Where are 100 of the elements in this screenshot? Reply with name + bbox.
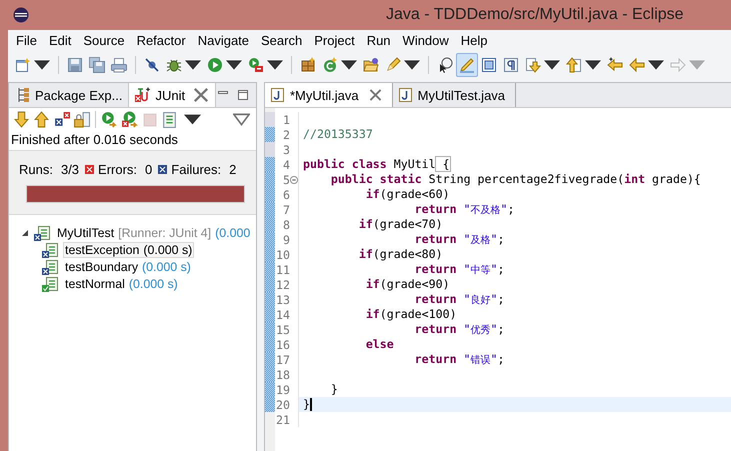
counter-value: 0 [145, 162, 152, 177]
save-all-icon[interactable] [89, 57, 105, 73]
code-line: return "优秀"; [414, 322, 504, 337]
save-icon[interactable] [67, 57, 83, 73]
counter-label: Errors: [98, 162, 138, 177]
line-number: 1 [283, 112, 290, 126]
line-number: 15 [276, 322, 290, 336]
pilcrow-icon[interactable] [503, 57, 519, 73]
test-item[interactable]: testException (0.000 s) [63, 242, 194, 258]
counter-value: 2 [229, 162, 236, 177]
line-number: 7 [283, 202, 290, 216]
line-number: 18 [276, 368, 290, 382]
breakpoint-slash-icon[interactable] [144, 57, 160, 73]
rerun-icon[interactable] [101, 110, 118, 128]
code-line: public class MyUtil { [303, 157, 450, 172]
menu-item[interactable]: Window [396, 33, 455, 48]
view-menu-icon[interactable] [233, 110, 250, 128]
code-line: return "及格"; [414, 232, 504, 247]
class-icon[interactable] [322, 57, 338, 73]
scroll-lock-icon[interactable] [73, 110, 90, 128]
line-number: 5 [283, 172, 290, 186]
menu-item[interactable]: Edit [42, 33, 78, 48]
run-toolbox-icon[interactable] [248, 57, 264, 73]
up-arrow-list-icon[interactable] [566, 57, 582, 73]
code-line: public static String percentage2fivegrade(int grade){ [330, 172, 701, 187]
code-line: } [303, 397, 310, 412]
status-text: Finished after 0.016 seconds [10, 131, 179, 149]
counter-label: Failures: [171, 162, 222, 177]
line-number: 2 [283, 128, 290, 142]
close-icon[interactable] [368, 88, 382, 102]
line-number: 10 [276, 248, 290, 262]
java-file-icon [398, 88, 412, 102]
code-line: return "中等"; [414, 262, 504, 277]
window-title: Java - TDDDemo/src/MyUtil.java - Eclipse [386, 6, 684, 24]
line-number: 17 [276, 352, 290, 366]
bug-icon[interactable] [166, 57, 182, 73]
menu-item[interactable]: Help [454, 33, 494, 48]
line-number: 8 [283, 218, 290, 232]
new-file-icon[interactable] [15, 57, 31, 73]
history-list-icon[interactable] [161, 110, 178, 128]
code-line: else [364, 337, 394, 352]
menu-item[interactable]: Source [77, 33, 131, 48]
code-line: return "不及格"; [414, 202, 514, 217]
junit-icon [135, 87, 152, 103]
test-item[interactable]: testBoundary (0.000 s) [63, 258, 193, 274]
line-number: 14 [276, 308, 290, 322]
code-line: if(grade<70) [358, 217, 443, 232]
eclipse-logo [13, 7, 29, 23]
highlighter-icon[interactable] [459, 57, 475, 73]
line-number: 20 [276, 398, 290, 412]
task-cursor-icon[interactable] [437, 57, 453, 73]
line-number: 16 [276, 338, 290, 352]
failure-filter-icon[interactable] [53, 110, 70, 128]
editor-tab[interactable]: MyUtilTest.java [392, 83, 516, 107]
error-icon [85, 165, 94, 174]
counter-label: Runs: [19, 162, 53, 177]
pencil-icon[interactable] [385, 57, 401, 73]
rerun-failed-icon[interactable] [121, 110, 138, 128]
code-line: if(grade<90) [364, 277, 450, 292]
view-tab[interactable]: JUnit [129, 83, 216, 107]
expand-arrow-icon[interactable] [21, 228, 29, 236]
left-arrow-icon[interactable] [629, 57, 645, 73]
editor-tab[interactable]: *MyUtil.java [265, 83, 393, 107]
test-item[interactable]: MyUtilTest [Runner: JUnit 4] (0.000 [55, 224, 252, 240]
line-number: 12 [276, 278, 290, 292]
up-arrow-icon[interactable] [33, 110, 50, 128]
down-arrow-list-icon[interactable] [525, 57, 541, 73]
package-icon[interactable] [300, 57, 316, 73]
line-number: 21 [276, 412, 290, 426]
close-icon[interactable] [193, 87, 210, 103]
line-number: 11 [276, 262, 290, 276]
code-line: if(grade<100) [364, 307, 457, 322]
menu-item[interactable]: Refactor [130, 33, 192, 48]
collapse-icon[interactable] [290, 176, 298, 184]
code-line: //20135337 [303, 127, 373, 142]
line-number: 9 [283, 232, 290, 246]
line-number: 3 [283, 142, 290, 156]
down-arrow-icon[interactable] [13, 110, 30, 128]
menu-item[interactable]: Navigate [192, 33, 256, 48]
menu-item[interactable]: Project [308, 33, 361, 48]
left-arrow-star-icon[interactable] [607, 57, 623, 73]
maximize-icon[interactable] [236, 88, 250, 102]
line-number: 19 [276, 382, 290, 396]
code-line: if(grade<80) [358, 247, 443, 262]
menu-item[interactable]: Search [255, 33, 308, 48]
folder-icon[interactable] [363, 57, 379, 73]
test-item[interactable]: testNormal (0.000 s) [63, 276, 180, 292]
menu-item[interactable]: Run [360, 33, 397, 48]
counter-value: 3/3 [60, 162, 80, 177]
block-select-icon[interactable] [481, 57, 497, 73]
code-line: return "错误"; [414, 352, 504, 367]
menu-item[interactable]: File [16, 33, 43, 48]
play-icon[interactable] [207, 57, 223, 73]
failure-icon [158, 165, 168, 174]
code-line: if(grade<60) [364, 187, 450, 202]
line-number: 4 [283, 158, 290, 172]
line-number: 13 [276, 292, 290, 306]
printer-icon[interactable] [111, 57, 127, 73]
code-line: return "良好"; [414, 292, 504, 307]
line-number: 6 [283, 188, 290, 202]
